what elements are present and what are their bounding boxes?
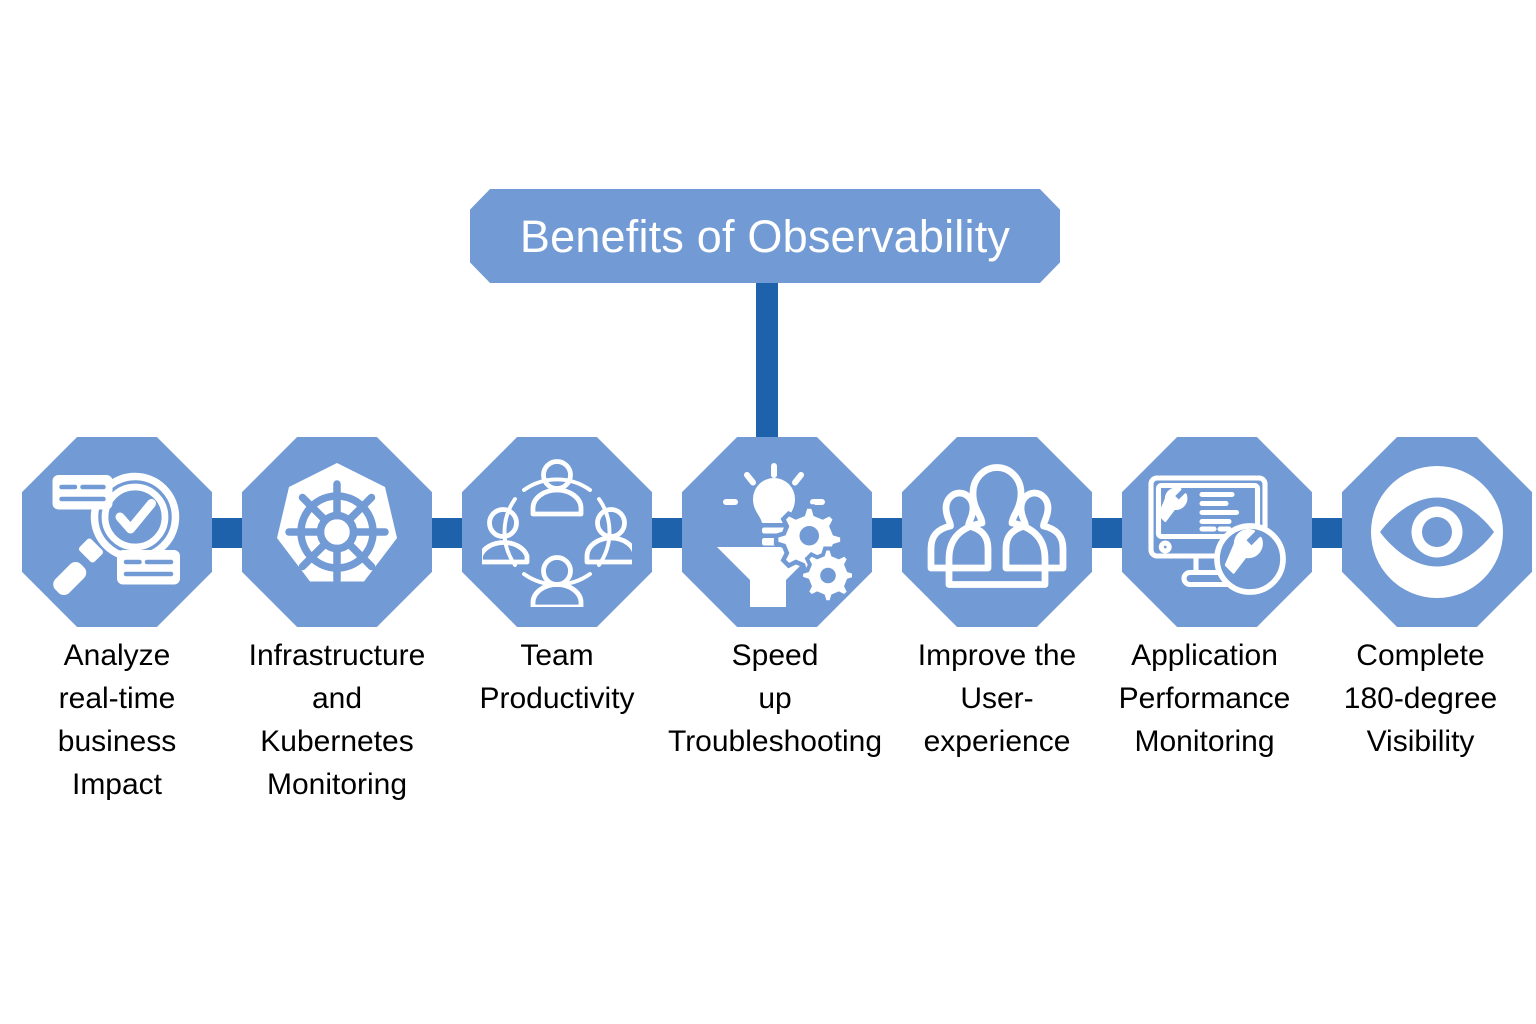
eye-target-icon bbox=[1371, 466, 1503, 598]
label-line: Application bbox=[1131, 639, 1278, 672]
label-line: Troubleshooting bbox=[667, 725, 883, 758]
label-application-performance-monitoring: Application Performance Monitoring bbox=[1107, 634, 1302, 763]
label-complete-visibility: Complete 180-degree Visibility bbox=[1318, 634, 1523, 763]
node-improve-user-experience[interactable] bbox=[902, 437, 1092, 627]
vertical-connector bbox=[756, 283, 778, 443]
label-line: Complete bbox=[1356, 639, 1485, 672]
label-line: Impact bbox=[71, 768, 163, 801]
node-infrastructure-kubernetes[interactable] bbox=[242, 437, 432, 627]
label-line: experience bbox=[923, 725, 1071, 758]
magnifier-check-icon bbox=[52, 472, 180, 596]
label-line: business bbox=[57, 725, 177, 758]
lightbulb-funnel-gears-icon bbox=[717, 463, 852, 607]
node-analyze-business-impact[interactable] bbox=[22, 437, 212, 627]
labels-row: Analyze real-time business Impact Infras… bbox=[0, 634, 1536, 834]
label-line: Productivity bbox=[479, 682, 635, 715]
label-line: real-time bbox=[58, 682, 176, 715]
label-line: Monitoring bbox=[266, 768, 408, 801]
kubernetes-helm-icon bbox=[277, 463, 397, 584]
node-complete-visibility[interactable] bbox=[1342, 437, 1532, 627]
people-circle-icon bbox=[482, 459, 632, 607]
node-team-productivity[interactable] bbox=[462, 437, 652, 627]
label-line: 180-degree bbox=[1343, 682, 1498, 715]
three-users-icon bbox=[927, 464, 1067, 588]
label-line: and bbox=[311, 682, 363, 715]
monitor-wrench-icon bbox=[1148, 475, 1286, 595]
label-line: up bbox=[758, 682, 792, 715]
label-analyze-business-impact: Analyze real-time business Impact bbox=[22, 634, 212, 806]
label-line: Kubernetes bbox=[260, 725, 414, 758]
label-line: Infrastructure bbox=[248, 639, 426, 672]
node-speed-up-troubleshooting[interactable] bbox=[682, 437, 872, 627]
node-application-performance-monitoring[interactable] bbox=[1122, 437, 1312, 627]
label-line: Improve the bbox=[917, 639, 1077, 672]
label-line: Monitoring bbox=[1134, 725, 1275, 758]
label-line: Visibility bbox=[1366, 725, 1475, 758]
label-team-productivity: Team Productivity bbox=[452, 634, 662, 720]
label-infrastructure-kubernetes: Infrastructure and Kubernetes Monitoring bbox=[227, 634, 447, 806]
label-speed-up-troubleshooting: Speed up Troubleshooting bbox=[655, 634, 895, 763]
label-line: Team bbox=[520, 639, 594, 672]
label-improve-user-experience: Improve the User- experience bbox=[897, 634, 1097, 763]
diagram-title: Benefits of Observability bbox=[519, 210, 1011, 262]
label-line: User- bbox=[960, 682, 1034, 715]
diagram-title-banner: Benefits of Observability bbox=[470, 189, 1060, 283]
label-line: Performance bbox=[1118, 682, 1291, 715]
diagram-canvas: Benefits of Observability Analyze real-t… bbox=[0, 0, 1536, 1024]
node-row bbox=[0, 437, 1536, 627]
label-line: Analyze bbox=[63, 639, 171, 672]
label-line: Speed bbox=[731, 639, 819, 672]
